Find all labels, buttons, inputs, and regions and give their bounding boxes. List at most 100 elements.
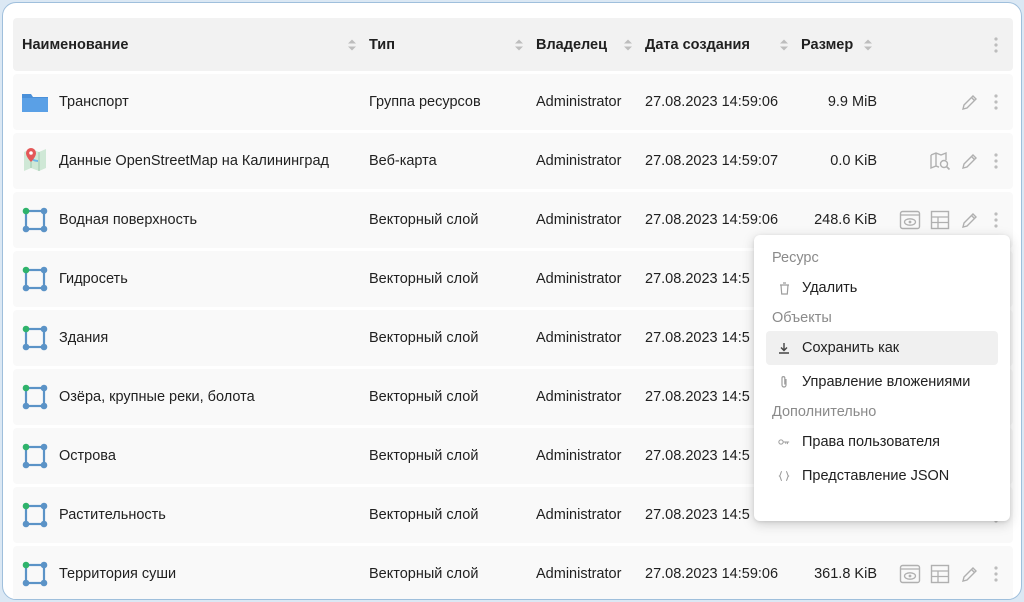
menu-item-save-as[interactable]: Сохранить как	[766, 331, 998, 365]
resource-name[interactable]: Водная поверхность	[59, 212, 197, 228]
cell-type: Векторный слой	[363, 310, 530, 366]
braces-icon	[778, 469, 790, 483]
more-icon[interactable]	[989, 91, 1003, 113]
vector-layer-icon	[21, 442, 49, 470]
key-icon	[778, 435, 790, 449]
resource-list-frame: Наименование Тип Владелец Дата создания …	[2, 2, 1022, 600]
cell-size: 9.9 MiB	[795, 74, 887, 130]
table-icon[interactable]	[929, 563, 951, 585]
sort-icon[interactable]	[779, 37, 789, 53]
vector-layer-icon	[21, 324, 49, 352]
trash-icon	[778, 281, 790, 295]
sort-icon[interactable]	[623, 37, 633, 53]
cell-actions	[887, 133, 1013, 189]
cell-type: Векторный слой	[363, 251, 530, 307]
column-label: Размер	[801, 36, 854, 53]
download-icon	[778, 341, 790, 355]
preview-icon[interactable]	[899, 209, 921, 231]
cell-type: Группа ресурсов	[363, 74, 530, 130]
column-header-name[interactable]: Наименование	[13, 18, 363, 71]
column-label: Дата создания	[645, 36, 750, 53]
resource-name[interactable]: Озёра, крупные реки, болота	[59, 389, 255, 405]
edit-icon[interactable]	[959, 91, 981, 113]
column-label: Тип	[369, 36, 395, 53]
column-header-owner[interactable]: Владелец	[530, 18, 639, 71]
sort-icon[interactable]	[347, 37, 357, 53]
more-icon[interactable]	[989, 563, 1003, 585]
cell-created: 27.08.2023 14:59:07	[639, 133, 795, 189]
cell-owner: Administrator	[530, 310, 639, 366]
cell-name: Здания	[13, 310, 363, 366]
cell-owner: Administrator	[530, 192, 639, 248]
column-header-type[interactable]: Тип	[363, 18, 530, 71]
cell-owner: Administrator	[530, 487, 639, 543]
more-icon[interactable]	[989, 150, 1003, 172]
column-header-size[interactable]: Размер	[795, 18, 887, 71]
menu-item-label: Удалить	[802, 280, 858, 296]
paperclip-icon	[778, 375, 790, 389]
cell-name: Гидросеть	[13, 251, 363, 307]
table-row[interactable]: Данные OpenStreetMap на Калининград Веб-к…	[13, 133, 1013, 189]
menu-item-label: Права пользователя	[802, 434, 941, 450]
resource-name[interactable]: Гидросеть	[59, 271, 128, 287]
vector-layer-icon	[21, 560, 49, 588]
cell-type: Векторный слой	[363, 487, 530, 543]
resource-context-menu: Ресурс Удалить Объекты Сохранить как Упр…	[754, 235, 1010, 521]
resource-name[interactable]: Данные OpenStreetMap на Калининград	[59, 153, 329, 169]
cell-type: Векторный слой	[363, 369, 530, 425]
menu-item-json[interactable]: Представление JSON	[766, 459, 998, 493]
cell-name: Озёра, крупные реки, болота	[13, 369, 363, 425]
menu-item-attachments[interactable]: Управление вложениями	[766, 365, 998, 399]
menu-group-resource: Ресурс	[772, 250, 819, 266]
menu-item-permissions[interactable]: Права пользователя	[766, 425, 998, 459]
cell-name: Данные OpenStreetMap на Калининград	[13, 133, 363, 189]
menu-group-features: Объекты	[772, 310, 832, 326]
resource-name[interactable]: Транспорт	[59, 94, 129, 110]
cell-type: Векторный слой	[363, 546, 530, 599]
table-row[interactable]: Транспорт Группа ресурсов Administrator 27.…	[13, 74, 1013, 130]
cell-owner: Administrator	[530, 74, 639, 130]
cell-owner: Administrator	[530, 251, 639, 307]
resource-name[interactable]: Растительность	[59, 507, 166, 523]
edit-icon[interactable]	[959, 563, 981, 585]
folder-icon	[21, 88, 49, 116]
menu-item-delete[interactable]: Удалить	[766, 271, 998, 305]
cell-owner: Administrator	[530, 133, 639, 189]
vector-layer-icon	[21, 383, 49, 411]
cell-owner: Administrator	[530, 428, 639, 484]
resource-name[interactable]: Здания	[59, 330, 108, 346]
vector-layer-icon	[21, 501, 49, 529]
sort-icon[interactable]	[863, 37, 873, 53]
table-header-row: Наименование Тип Владелец Дата создания …	[13, 18, 1013, 71]
resource-name[interactable]: Острова	[59, 448, 116, 464]
cell-name: Растительность	[13, 487, 363, 543]
edit-icon[interactable]	[959, 150, 981, 172]
cell-size: 361.8 KiB	[795, 546, 887, 599]
column-header-created[interactable]: Дата создания	[639, 18, 795, 71]
cell-actions	[887, 546, 1013, 599]
cell-type: Веб-карта	[363, 133, 530, 189]
cell-created: 27.08.2023 14:59:06	[639, 546, 795, 599]
vector-layer-icon	[21, 206, 49, 234]
cell-name: Территория суши	[13, 546, 363, 599]
cell-name: Транспорт	[13, 74, 363, 130]
map-search-icon[interactable]	[929, 150, 951, 172]
column-header-actions	[887, 18, 1013, 71]
header-more-icon[interactable]	[989, 34, 1003, 56]
menu-item-label: Сохранить как	[802, 340, 900, 356]
vector-layer-icon	[21, 265, 49, 293]
edit-icon[interactable]	[959, 209, 981, 231]
cell-owner: Administrator	[530, 546, 639, 599]
more-icon[interactable]	[989, 209, 1003, 231]
table-row[interactable]: Территория суши Векторный слой Administrat…	[13, 546, 1013, 599]
cell-created: 27.08.2023 14:59:06	[639, 74, 795, 130]
resource-name[interactable]: Территория суши	[59, 566, 176, 582]
sort-icon[interactable]	[514, 37, 524, 53]
menu-item-label: Представление JSON	[802, 468, 950, 484]
table-icon[interactable]	[929, 209, 951, 231]
preview-icon[interactable]	[899, 563, 921, 585]
cell-actions	[887, 74, 1013, 130]
cell-type: Векторный слой	[363, 428, 530, 484]
menu-group-extra: Дополнительно	[772, 404, 877, 420]
column-label: Владелец	[536, 36, 608, 53]
